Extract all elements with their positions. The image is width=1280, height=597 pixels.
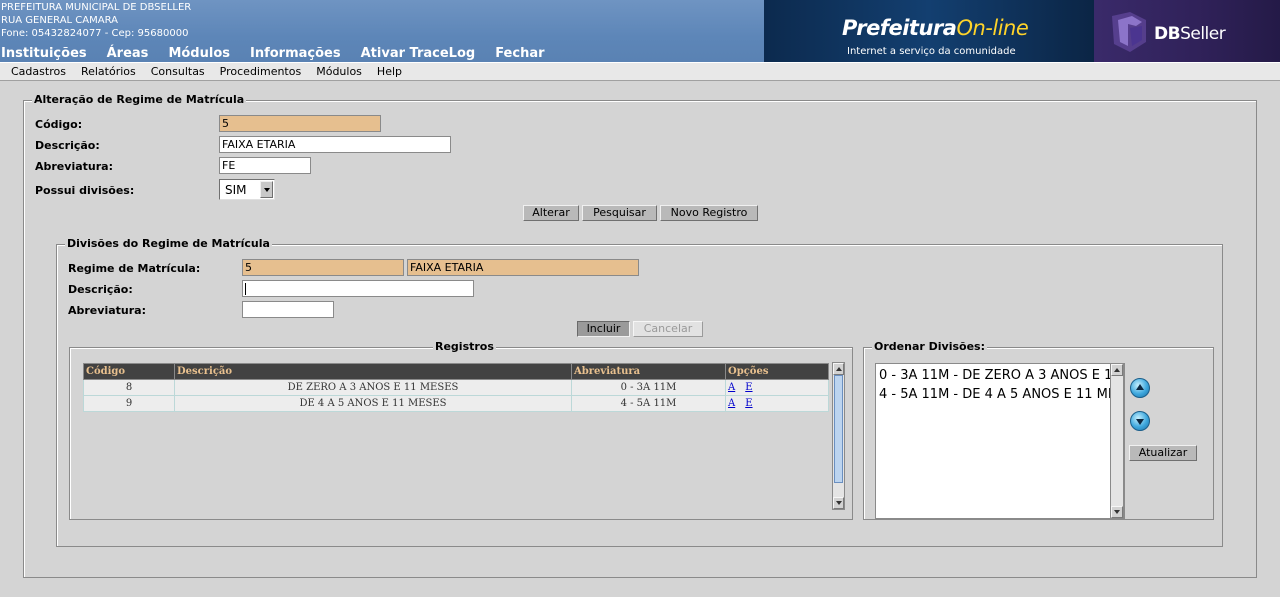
scroll-down-icon[interactable]: [1111, 506, 1123, 518]
org-name: PREFEITURA MUNICIPAL DE DBSELLER: [1, 2, 192, 13]
divisao-descricao-label: Descrição:: [68, 283, 133, 296]
abreviatura-label: Abreviatura:: [35, 160, 113, 173]
novo-registro-button[interactable]: Novo Registro: [660, 205, 758, 221]
cell-abreviatura: 0 - 3A 11M: [571, 379, 726, 396]
submenu-cadastros[interactable]: Cadastros: [11, 63, 66, 80]
codigo-label: Código:: [35, 118, 83, 131]
cancelar-button: Cancelar: [633, 321, 703, 337]
submenu-relatorios[interactable]: Relatórios: [81, 63, 136, 80]
ordenar-list[interactable]: 0 - 3A 11M - DE ZERO A 3 ANOS E 11 MESES…: [875, 363, 1125, 519]
menu-instituicoes[interactable]: Instituições: [1, 46, 87, 62]
pesquisar-button[interactable]: Pesquisar: [582, 205, 657, 221]
brand-subtitle: Internet a serviço da comunidade: [847, 46, 1016, 57]
brand-title: PrefeituraOn-line: [842, 16, 1029, 40]
cell-descricao: DE ZERO A 3 ANOS E 11 MESES: [174, 379, 572, 396]
menu-areas[interactable]: Áreas: [107, 46, 149, 62]
divisoes-legend: Divisões do Regime de Matrícula: [65, 237, 272, 251]
possui-divisoes-select[interactable]: SIM: [219, 179, 275, 200]
registros-scrollbar[interactable]: [832, 362, 845, 510]
incluir-button[interactable]: Incluir: [577, 321, 630, 337]
atualizar-button[interactable]: Atualizar: [1129, 445, 1197, 461]
col-codigo-header[interactable]: Código: [83, 363, 175, 380]
list-item[interactable]: 0 - 3A 11M - DE ZERO A 3 ANOS E 11 MESES: [879, 368, 1124, 383]
excluir-link[interactable]: E: [745, 398, 752, 409]
cell-abreviatura: 4 - 5A 11M: [571, 395, 726, 412]
cell-codigo: 9: [83, 395, 175, 412]
menu-fechar[interactable]: Fechar: [495, 46, 544, 62]
brand-title-main: Prefeitura: [842, 16, 957, 40]
dbseller-logo-icon: [1112, 12, 1146, 52]
dbseller-logo: DBSeller: [1094, 0, 1280, 62]
org-street: RUA GENERAL CAMARA: [1, 15, 118, 26]
org-phone: Fone: 05432824077 - Cep: 95680000: [1, 28, 189, 39]
possui-divisoes-label: Possui divisões:: [35, 184, 135, 197]
col-descricao-header[interactable]: Descrição: [174, 363, 572, 380]
move-down-icon[interactable]: [1130, 411, 1150, 431]
regime-code-field: 5: [242, 259, 404, 276]
app-header: PREFEITURA MUNICIPAL DE DBSELLER RUA GEN…: [0, 0, 1280, 62]
col-abreviatura-header[interactable]: Abreviatura: [571, 363, 726, 380]
registros-grid: Código Descrição Abreviatura Opções 8 DE…: [83, 363, 829, 412]
menu-informacoes[interactable]: Informações: [250, 46, 341, 62]
ordenar-scrollbar[interactable]: [1110, 364, 1124, 518]
table-header-row: Código Descrição Abreviatura Opções: [83, 363, 829, 380]
table-row[interactable]: 9 DE 4 A 5 ANOS E 11 MESES 4 - 5A 11M AE: [83, 395, 829, 412]
db-logo-text-bold: DB: [1154, 24, 1181, 44]
divisao-abreviatura-input[interactable]: [242, 301, 334, 318]
list-item[interactable]: 4 - 5A 11M - DE 4 A 5 ANOS E 11 MESES: [879, 387, 1124, 402]
descricao-label: Descrição:: [35, 139, 100, 152]
cell-codigo: 8: [83, 379, 175, 396]
top-menu: Instituições Áreas Módulos Informações Ativa…: [1, 46, 565, 62]
scroll-up-icon[interactable]: [833, 363, 844, 375]
col-opcoes-header[interactable]: Opções: [725, 363, 829, 380]
alterar-link[interactable]: A: [728, 382, 735, 393]
chevron-down-icon[interactable]: [260, 181, 273, 198]
text-cursor: [245, 283, 246, 295]
menu-modulos[interactable]: Módulos: [168, 46, 230, 62]
abreviatura-field[interactable]: FE: [219, 157, 311, 174]
submenu-help[interactable]: Help: [377, 63, 402, 80]
possui-divisoes-value: SIM: [225, 183, 247, 197]
registros-legend: Registros: [433, 340, 496, 354]
scroll-down-icon[interactable]: [833, 497, 844, 509]
cell-opcoes: AE: [725, 379, 829, 396]
menu-ativar-tracelog[interactable]: Ativar TraceLog: [361, 46, 476, 62]
submenu-modulos[interactable]: Módulos: [316, 63, 362, 80]
codigo-field: 5: [219, 115, 381, 132]
regime-form-legend: Alteração de Regime de Matrícula: [32, 93, 247, 107]
sub-menu: Cadastros Relatórios Consultas Procedimento…: [0, 62, 1280, 81]
alterar-button[interactable]: Alterar: [523, 205, 579, 221]
table-row[interactable]: 8 DE ZERO A 3 ANOS E 11 MESES 0 - 3A 11M…: [83, 379, 829, 396]
excluir-link[interactable]: E: [745, 382, 752, 393]
prefeitura-online-logo: PrefeituraOn-line Internet a serviço da …: [764, 0, 1094, 62]
brand-title-accent: On-line: [956, 16, 1029, 40]
dbseller-logo-text: DBSeller: [1154, 24, 1226, 44]
descricao-field[interactable]: FAIXA ETARIA: [219, 136, 451, 153]
scroll-thumb[interactable]: [834, 375, 843, 483]
divisao-abreviatura-label: Abreviatura:: [68, 304, 146, 317]
move-up-icon[interactable]: [1130, 378, 1150, 398]
submenu-consultas[interactable]: Consultas: [151, 63, 205, 80]
registros-table: Código Descrição Abreviatura Opções 8 DE…: [83, 363, 829, 412]
regime-matricula-label: Regime de Matrícula:: [68, 262, 201, 275]
cell-opcoes: AE: [725, 395, 829, 412]
submenu-procedimentos[interactable]: Procedimentos: [220, 63, 302, 80]
scroll-up-icon[interactable]: [1111, 364, 1123, 376]
ordenar-legend: Ordenar Divisões:: [872, 340, 987, 354]
alterar-link[interactable]: A: [728, 398, 735, 409]
regime-desc-field: FAIXA ETARIA: [407, 259, 639, 276]
cell-descricao: DE 4 A 5 ANOS E 11 MESES: [174, 395, 572, 412]
db-logo-text-light: Seller: [1180, 24, 1226, 44]
divisao-descricao-input[interactable]: [242, 280, 474, 297]
